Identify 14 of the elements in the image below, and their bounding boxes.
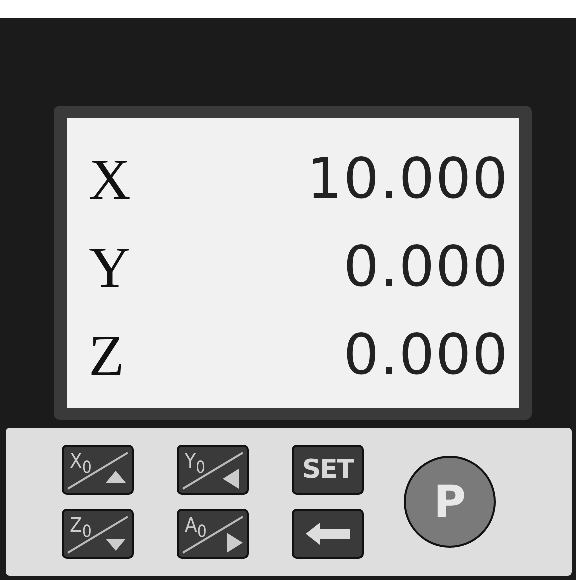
axis-zero-key[interactable]: Z$_{0}$	[62, 509, 134, 559]
axis-value: 0.000	[344, 240, 509, 296]
axis-zero-key[interactable]: Y$_{0}$	[177, 445, 249, 495]
axis-value: 0.000	[344, 328, 509, 384]
axis-value: 10.000	[307, 152, 509, 208]
axis-label: X	[89, 151, 131, 209]
set-key[interactable]: SET	[292, 445, 364, 495]
back-key[interactable]	[292, 509, 364, 559]
axis-label: Y	[89, 239, 131, 297]
axis-zero-key[interactable]: X$_{0}$	[62, 445, 134, 495]
axis-label: Z	[89, 327, 124, 385]
axis-zero-key[interactable]: A$_{0}$	[177, 509, 249, 559]
p-key[interactable]: P	[404, 456, 496, 548]
left-arrow-icon	[306, 523, 350, 545]
